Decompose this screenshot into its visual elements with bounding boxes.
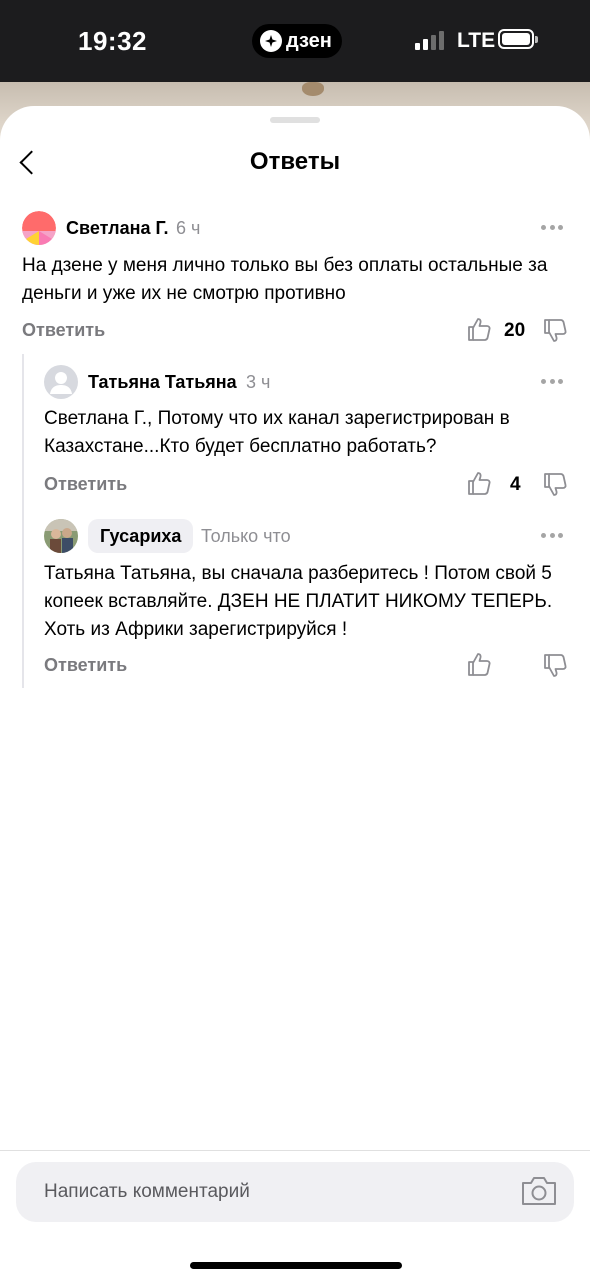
network-type: LTE [457, 29, 496, 52]
comment-author[interactable]: Татьяна Татьяна [88, 372, 237, 393]
more-dots-icon[interactable] [541, 379, 563, 385]
avatar-image [22, 211, 56, 245]
more-dots-icon[interactable] [541, 533, 563, 539]
comment-text: На дзене у меня лично только вы без опла… [22, 255, 548, 304]
more-dots-icon[interactable] [541, 225, 563, 231]
composer-divider [0, 1150, 590, 1151]
like-count: 4 [510, 474, 521, 495]
thumbs-up-icon[interactable] [466, 470, 492, 496]
author-chip[interactable]: Гусариха [88, 519, 194, 553]
comment-input-placeholder: Написать комментарий [44, 1181, 250, 1202]
sheet-grabber[interactable] [270, 117, 320, 123]
reply-button[interactable]: Ответить [22, 320, 105, 341]
thumbs-up-icon[interactable] [466, 651, 492, 677]
comment-time: 6 ч [176, 218, 201, 238]
avatar[interactable] [22, 211, 56, 245]
comment-text: Светлана Г., Потому что их канал зарегис… [44, 408, 510, 457]
signal-icon [415, 30, 444, 50]
comment-time: 3 ч [246, 372, 271, 392]
avatar-photo [44, 519, 78, 553]
thumbs-down-icon[interactable] [542, 653, 568, 679]
avatar[interactable] [44, 365, 78, 399]
status-bar: 19:32 дзен LTE [0, 0, 590, 82]
page-title: Ответы [249, 148, 341, 175]
comment-text: Татьяна Татьяна, вы сначала разберитесь … [44, 563, 553, 640]
battery-icon [498, 29, 538, 49]
avatar[interactable] [44, 519, 78, 553]
comment-author[interactable]: Светлана Г. [66, 218, 168, 239]
app-badge-label: дзен [286, 29, 332, 52]
like-count: 20 [504, 320, 526, 341]
thumbs-down-icon[interactable] [542, 472, 568, 498]
reply-button[interactable]: Ответить [44, 474, 127, 495]
comment-input[interactable]: Написать комментарий [16, 1162, 574, 1222]
home-indicator [190, 1262, 402, 1269]
status-time: 19:32 [78, 26, 147, 56]
comment-time: Только что [201, 526, 291, 546]
reply-button[interactable]: Ответить [44, 655, 127, 676]
thumbs-up-icon[interactable] [466, 316, 492, 342]
user-placeholder-icon [50, 372, 72, 394]
thread-line [22, 354, 24, 688]
replies-sheet: Ответы Светлана Г. 6 ч На дзене у меня л… [0, 106, 590, 1280]
camera-icon[interactable] [520, 1174, 558, 1208]
thumbs-down-icon[interactable] [542, 318, 568, 344]
zen-logo-icon [260, 30, 282, 52]
app-badge[interactable]: дзен [252, 24, 342, 58]
